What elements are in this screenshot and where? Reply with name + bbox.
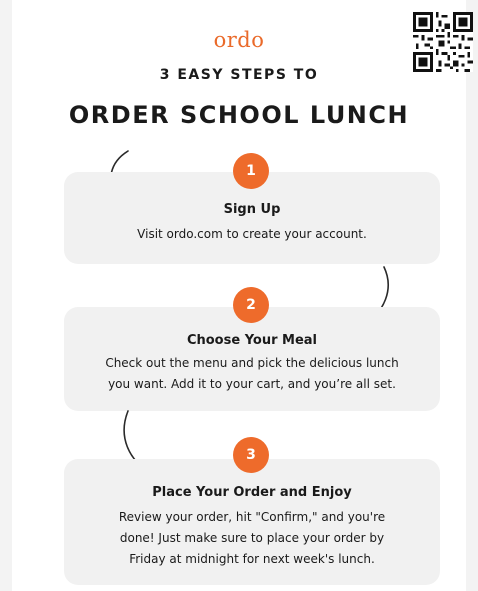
description-line: Friday at midnight for next week's lunch… bbox=[129, 552, 375, 566]
step-number-badge: 3 bbox=[233, 437, 269, 473]
step-title: Sign Up bbox=[223, 202, 281, 217]
description-line: Check out the menu and pick the deliciou… bbox=[105, 356, 399, 370]
description-line: Visit ordo.com to create your account. bbox=[137, 227, 367, 241]
step-title: Choose Your Meal bbox=[186, 333, 318, 348]
step-description: Visit ordo.com to create your account. bbox=[64, 224, 440, 245]
step-number-badge: 2 bbox=[233, 287, 269, 323]
step-description: Review your order, hit "Confirm," and yo… bbox=[64, 507, 440, 570]
step-card-place-order: Place Your Order and Enjoy Review your o… bbox=[64, 459, 440, 585]
step-title: Place Your Order and Enjoy bbox=[152, 485, 352, 500]
step-description: Check out the menu and pick the deliciou… bbox=[64, 353, 440, 395]
page-title: ORDER SCHOOL LUNCH bbox=[68, 101, 410, 129]
step-number-badge: 1 bbox=[233, 153, 269, 189]
ordo-logo: ordo bbox=[213, 28, 265, 52]
description-line: Review your order, hit "Confirm," and yo… bbox=[118, 510, 386, 524]
subtitle: 3 EASY STEPS TO bbox=[159, 67, 319, 83]
description-line: done! Just make sure to place your order… bbox=[119, 531, 385, 545]
description-line: you want. Add it to your cart, and you’r… bbox=[108, 377, 396, 391]
qr-code-icon bbox=[413, 12, 473, 72]
